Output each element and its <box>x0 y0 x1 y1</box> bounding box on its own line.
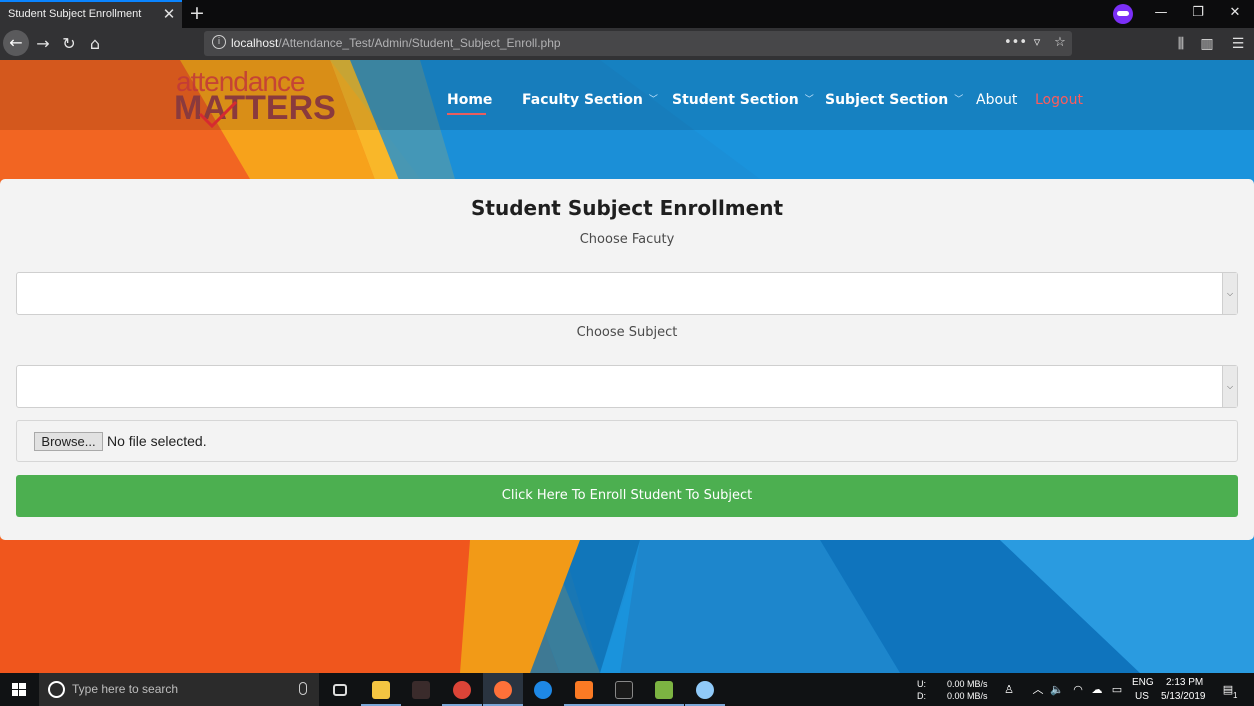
address-bar[interactable]: i localhost/Attendance_Test/Admin/Studen… <box>204 31 1072 56</box>
logo-tick-icon <box>198 100 238 128</box>
nav-logout[interactable]: Logout <box>1035 92 1083 114</box>
net-down-speed: 0.00 MB/s <box>947 691 988 701</box>
page-actions-icon[interactable]: ••• <box>1004 33 1027 53</box>
nav-home[interactable]: Home <box>447 92 492 115</box>
back-icon[interactable]: ← <box>3 30 29 56</box>
file-input[interactable]: Browse... No file selected. <box>16 420 1238 462</box>
chevron-down-icon: ﹀ <box>954 95 964 105</box>
language[interactable]: ENG <box>1132 677 1154 688</box>
nav-faculty-section[interactable]: Faculty Section ﹀ <box>522 92 658 114</box>
url-path: /Attendance_Test/Admin/Student_Subject_E… <box>278 36 561 50</box>
firefox-icon[interactable] <box>483 673 523 706</box>
net-down-label: D: <box>917 691 926 701</box>
nav-student-section[interactable]: Student Section ﹀ <box>672 92 814 114</box>
browser-tab[interactable]: Student Subject Enrollment ✕ <box>0 0 182 28</box>
terminal-icon[interactable] <box>604 673 644 706</box>
taskbar: Type here to search U: D: 0.00 MB/s 0.00… <box>0 673 1254 706</box>
reload-icon[interactable]: ↻ <box>57 32 81 56</box>
sidebar-icon[interactable]: ▥ <box>1196 33 1218 55</box>
subject-select[interactable]: ⌵ <box>16 365 1238 408</box>
browse-button[interactable]: Browse... <box>34 432 103 451</box>
forward-icon[interactable]: → <box>31 32 55 56</box>
url-text: localhost/Attendance_Test/Admin/Student_… <box>231 36 561 50</box>
net-up-label: U: <box>917 679 926 689</box>
notification-count: 1 <box>1233 691 1238 700</box>
faculty-select[interactable]: ⌵ <box>16 272 1238 315</box>
faculty-label: Choose Facuty <box>579 232 675 247</box>
home-icon[interactable]: ⌂ <box>83 32 107 56</box>
site-logo[interactable]: attendance MATTERS <box>174 64 336 130</box>
chevron-down-icon: ﹀ <box>648 95 658 105</box>
nav-about[interactable]: About <box>976 92 1017 114</box>
pocket-icon[interactable]: ▿ <box>1027 33 1047 53</box>
close-window-button[interactable]: ✕ <box>1220 3 1250 23</box>
net-up-speed: 0.00 MB/s <box>947 679 988 689</box>
windows-start-icon[interactable] <box>0 673 38 706</box>
library-icon[interactable]: ⫼ <box>1170 33 1192 55</box>
clock-date[interactable]: 5/13/2019 <box>1161 691 1206 702</box>
site-info-icon[interactable]: i <box>212 35 226 49</box>
enrollment-form-card: Student Subject Enrollment Choose Facuty… <box>0 179 1254 540</box>
chevron-down-icon: ﹀ <box>804 95 814 105</box>
minimize-button[interactable]: — <box>1146 3 1176 23</box>
nav-student-label: Student Section <box>672 92 799 108</box>
bookmark-star-icon[interactable]: ☆ <box>1050 33 1070 53</box>
microphone-icon[interactable] <box>299 682 307 695</box>
nav-faculty-label: Faculty Section <box>522 92 643 108</box>
tab-close-icon[interactable]: ✕ <box>160 5 178 23</box>
file-explorer-icon[interactable] <box>361 673 401 706</box>
task-view-icon[interactable] <box>320 673 360 706</box>
chevron-down-icon[interactable]: ⌵ <box>1222 366 1237 407</box>
clock-time[interactable]: 2:13 PM <box>1166 677 1203 688</box>
volume-icon[interactable]: 🔈 <box>1050 683 1064 697</box>
enroll-submit-button[interactable]: Click Here To Enroll Student To Subject <box>16 475 1238 517</box>
chevron-up-icon[interactable]: ︿ <box>1031 683 1045 697</box>
game-app-icon[interactable] <box>401 673 441 706</box>
battery-icon[interactable]: ▭ <box>1110 683 1124 697</box>
chevron-down-icon[interactable]: ⌵ <box>1222 273 1237 314</box>
people-icon[interactable]: ♙ <box>1002 683 1016 697</box>
taskbar-search[interactable]: Type here to search <box>39 673 319 706</box>
tab-title: Student Subject Enrollment <box>8 8 142 20</box>
pencil-app-icon[interactable] <box>685 673 725 706</box>
subject-label: Choose Subject <box>576 325 678 340</box>
file-status: No file selected. <box>107 433 207 449</box>
nav-subject-label: Subject Section <box>825 92 949 108</box>
web-page: attendance MATTERS Home Faculty Section ﹀… <box>0 60 1254 673</box>
cortana-icon <box>48 681 65 698</box>
edge-icon[interactable] <box>523 673 563 706</box>
url-host: localhost <box>231 36 279 50</box>
notepad-plus-icon[interactable] <box>644 673 684 706</box>
tab-strip: Student Subject Enrollment ✕ + — ❐ ✕ <box>0 0 1254 28</box>
search-placeholder: Type here to search <box>72 682 179 696</box>
private-browsing-icon <box>1113 4 1133 24</box>
new-tab-button[interactable]: + <box>186 2 208 24</box>
region[interactable]: US <box>1135 691 1149 702</box>
page-title: Student Subject Enrollment <box>470 196 784 220</box>
nav-subject-section[interactable]: Subject Section ﹀ <box>825 92 963 114</box>
restore-button[interactable]: ❐ <box>1183 3 1213 23</box>
wifi-icon[interactable]: ◠ <box>1071 683 1085 697</box>
chrome-icon[interactable] <box>442 673 482 706</box>
menu-icon[interactable]: ☰ <box>1227 33 1249 55</box>
onedrive-icon[interactable]: ☁ <box>1090 683 1104 697</box>
xampp-icon[interactable] <box>564 673 604 706</box>
